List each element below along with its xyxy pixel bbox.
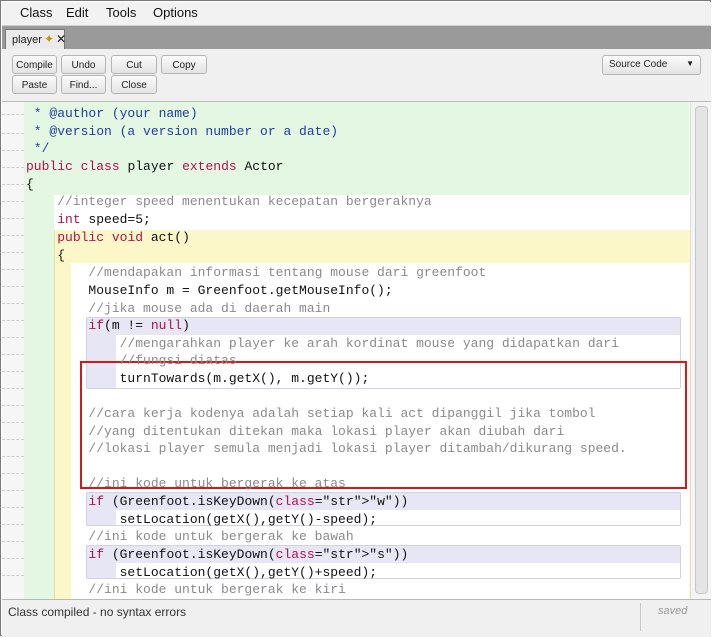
status-message: Class compiled - no syntax errors bbox=[8, 605, 187, 619]
code-line: //integer speed menentukan kecepatan ber… bbox=[26, 194, 432, 209]
compile-button[interactable]: Compile bbox=[12, 55, 57, 74]
menu-options[interactable]: Options bbox=[149, 5, 202, 20]
paste-button[interactable]: Paste bbox=[12, 75, 57, 94]
cut-button[interactable]: Cut bbox=[111, 55, 157, 74]
code-line: setLocation(getX(),getY()-speed); bbox=[26, 512, 378, 527]
code-line: public void act() bbox=[57, 230, 190, 245]
code-line: //lokasi player semula menjadi lokasi pl… bbox=[26, 441, 627, 456]
code-line: //ini kode untuk bergerak ke kiri bbox=[26, 582, 346, 597]
toolbar: Compile Undo Cut Copy Paste Find... Clos… bbox=[2, 49, 711, 102]
editor-window: Class Edit Tools Options player ✦ ✕ Comp… bbox=[0, 0, 711, 637]
code-editor[interactable]: * @author (your name) * @version (a vers… bbox=[2, 102, 711, 599]
menu-class[interactable]: Class bbox=[16, 5, 57, 20]
view-select-value: Source Code bbox=[609, 59, 668, 70]
code-line: //mengarahkan player ke arah kordinat mo… bbox=[26, 336, 619, 351]
code-line: //jika mouse ada di daerah main bbox=[26, 301, 331, 316]
copy-button[interactable]: Copy bbox=[161, 55, 207, 74]
code-line: //yang ditentukan ditekan maka lokasi pl… bbox=[26, 424, 565, 439]
code-line: MouseInfo m = Greenfoot.getMouseInfo(); bbox=[26, 283, 393, 298]
tab-label: player bbox=[12, 34, 42, 46]
vertical-scrollbar[interactable] bbox=[690, 102, 711, 599]
code-line: //cara kerja kodenya adalah setiap kali … bbox=[26, 406, 596, 421]
code-line: //fungsi diatas bbox=[26, 353, 237, 368]
status-divider bbox=[640, 603, 641, 631]
status-bar: Class compiled - no syntax errors saved bbox=[2, 599, 711, 637]
code-line: //ini kode untuk bergerak ke bawah bbox=[26, 529, 354, 544]
close-tab-icon[interactable]: ✕ bbox=[56, 32, 66, 46]
dropdown-arrow-icon: ▼ bbox=[686, 59, 694, 68]
close-button[interactable]: Close bbox=[111, 75, 157, 94]
view-select[interactable]: Source Code ▼ bbox=[602, 55, 701, 75]
undo-button[interactable]: Undo bbox=[61, 55, 106, 74]
menu-tools[interactable]: Tools bbox=[102, 5, 140, 20]
find-button[interactable]: Find... bbox=[61, 75, 106, 94]
menu-bar: Class Edit Tools Options bbox=[2, 2, 711, 25]
class-icon: ✦ bbox=[44, 32, 55, 46]
code-line: */ bbox=[26, 141, 50, 156]
code-line: * @version (a version number or a date) bbox=[26, 124, 339, 139]
code-line: turnTowards(m.getX(), m.getY()); bbox=[26, 371, 370, 386]
code-line: if(m != null) bbox=[88, 318, 190, 333]
code-line: if (Greenfoot.isKeyDown(class="str">"s")… bbox=[88, 547, 409, 562]
saved-indicator: saved bbox=[658, 605, 688, 617]
code-line: setLocation(getX(),getY()+speed); bbox=[26, 565, 378, 580]
line-gutter bbox=[2, 102, 24, 599]
code-line: int speed=5; bbox=[57, 212, 151, 227]
code-line: //mendapakan informasi tentang mouse dar… bbox=[26, 265, 487, 280]
code-line: { bbox=[26, 248, 66, 263]
tab-player[interactable]: player ✦ ✕ bbox=[5, 29, 66, 50]
code-line: if (Greenfoot.isKeyDown(class="str">"w")… bbox=[88, 494, 409, 509]
tab-strip: player ✦ ✕ bbox=[2, 25, 711, 50]
code-line: { bbox=[26, 177, 34, 192]
code-line: //ini kode untuk bergerak ke atas bbox=[26, 476, 346, 491]
code-line: public class player extends Actor bbox=[26, 159, 284, 174]
scrollbar-thumb[interactable] bbox=[695, 106, 708, 594]
menu-edit[interactable]: Edit bbox=[62, 5, 92, 20]
code-line: * @author (your name) bbox=[26, 106, 198, 121]
